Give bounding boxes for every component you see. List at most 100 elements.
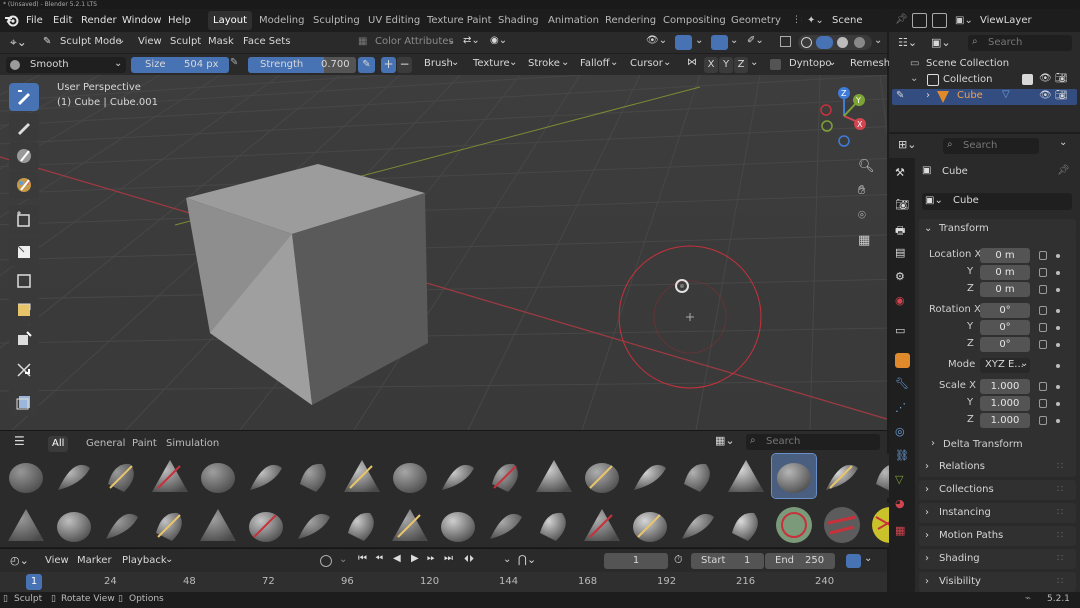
texture-tab-icon[interactable]: ▦ xyxy=(895,524,910,539)
brush-thumbnail[interactable] xyxy=(196,454,240,498)
drag-handle-icon[interactable]: ∷ xyxy=(1057,526,1063,546)
pin-icon[interactable]: 📌︎ xyxy=(1057,165,1070,176)
rotation-z-field[interactable]: 0° xyxy=(980,337,1030,352)
delta-transform-header[interactable]: Delta Transform xyxy=(943,439,1023,450)
brush-thumbnail[interactable] xyxy=(388,454,432,498)
viewport-3d[interactable]: User Perspective (1) Cube | Cube.001 Z X… xyxy=(0,75,887,430)
new-scene-icon[interactable] xyxy=(912,13,927,28)
properties-search-input[interactable]: ⌕ Search xyxy=(943,138,1039,154)
tab-layout[interactable]: Layout xyxy=(208,11,252,30)
brush-thumbnail[interactable] xyxy=(244,454,288,498)
outliner-row-scene-collection[interactable]: ▭ Scene Collection xyxy=(889,56,1080,73)
brush-thumbnail[interactable] xyxy=(724,503,768,547)
particles-tab-icon[interactable]: ⋰ xyxy=(895,401,910,416)
snap-icon[interactable]: ◉⌄ xyxy=(490,35,507,46)
pressure-icon[interactable]: ✎ xyxy=(230,57,238,68)
tool-tab-icon[interactable]: ⚒ xyxy=(895,166,910,181)
brush-thumbnail[interactable] xyxy=(196,503,240,547)
scale-z-field[interactable]: 1.000 xyxy=(980,413,1030,428)
location-y-field[interactable]: 0 m xyxy=(980,265,1030,280)
brush-thumbnail[interactable] xyxy=(244,503,288,547)
strength-pressure-icon[interactable]: ✎ xyxy=(358,57,375,73)
symmetry-z-button[interactable]: Z xyxy=(734,57,748,73)
brush-thumbnail[interactable] xyxy=(676,503,720,547)
brush-thumbnail[interactable] xyxy=(148,454,192,498)
brush-thumbnail[interactable] xyxy=(340,454,384,498)
end-frame-field[interactable]: End 250 xyxy=(765,553,835,569)
mesh-filter-tool-icon[interactable] xyxy=(9,356,39,384)
lock-icon[interactable] xyxy=(1039,268,1047,277)
constraints-tab-icon[interactable]: ⛓︎ xyxy=(895,449,910,464)
panel-header[interactable]: › Relations ∷ xyxy=(919,457,1076,477)
add-mode-icon[interactable]: + xyxy=(381,57,396,73)
brush-thumbnail[interactable] xyxy=(292,454,336,498)
strength-slider[interactable]: Strength 0.700 xyxy=(248,57,356,73)
rotation-y-field[interactable]: 0° xyxy=(980,320,1030,335)
lock-icon[interactable] xyxy=(1039,399,1047,408)
clock-icon[interactable]: ◴⌄ xyxy=(10,554,29,567)
brush-thumbnail[interactable] xyxy=(148,503,192,547)
physics-tab-icon[interactable]: ◎ xyxy=(895,425,910,440)
brush-thumbnail[interactable] xyxy=(4,503,48,547)
scale-y-field[interactable]: 1.000 xyxy=(980,396,1030,411)
menu-window[interactable]: Window xyxy=(122,9,161,32)
solid-shading-icon[interactable] xyxy=(816,36,833,49)
frame-ruler[interactable]: 1 24 48 72 96 120 144 168 192 216 240 xyxy=(0,572,887,593)
brush-thumbnail[interactable] xyxy=(52,503,96,547)
shelf-tab-general[interactable]: General xyxy=(82,436,129,452)
wireframe-shading-icon[interactable] xyxy=(801,37,812,48)
brush-thumbnail[interactable] xyxy=(52,454,96,498)
brush-selector[interactable]: Smooth ⌄ xyxy=(6,57,126,73)
subtract-mode-icon[interactable]: − xyxy=(397,57,412,73)
remesh-label[interactable]: Remesh xyxy=(850,58,890,69)
panel-header[interactable]: › Instancing ∷ xyxy=(919,503,1076,523)
menu-mask[interactable]: Mask xyxy=(208,36,234,47)
draw-brush-tool-icon[interactable] xyxy=(9,83,39,111)
jump-start-icon[interactable]: ⏮︎ xyxy=(358,553,367,564)
current-frame-field[interactable]: 1 xyxy=(604,553,668,569)
brush-thumbnail[interactable] xyxy=(724,454,768,498)
panel-header[interactable]: › Motion Paths ∷ xyxy=(919,526,1076,546)
dyntopo-checkbox[interactable] xyxy=(770,59,781,70)
brush-thumbnail[interactable] xyxy=(628,454,672,498)
brush-thumbnail[interactable] xyxy=(388,503,432,547)
brush-thumbnail[interactable] xyxy=(100,503,144,547)
scale-x-field[interactable]: 1.000 xyxy=(980,379,1030,394)
exclude-checkbox[interactable] xyxy=(1022,74,1033,85)
chevron-right-icon[interactable]: › xyxy=(926,90,930,101)
delete-scene-icon[interactable] xyxy=(932,13,947,28)
drag-handle-icon[interactable]: ∷ xyxy=(1057,572,1063,592)
play-icon[interactable]: ▶ xyxy=(411,553,419,564)
drag-handle-icon[interactable]: ∷ xyxy=(1057,549,1063,569)
brush-thumbnail[interactable] xyxy=(628,503,672,547)
outliner-editor-icon[interactable]: ☷⌄ xyxy=(898,36,917,49)
rendered-shading-icon[interactable] xyxy=(854,37,865,48)
scene-tab-icon[interactable]: ⚙ xyxy=(895,270,910,285)
keyframe-dot-icon[interactable] xyxy=(1056,309,1060,313)
color-filter-tool-icon[interactable] xyxy=(9,171,39,199)
brush-thumbnail[interactable] xyxy=(100,454,144,498)
xray-icon[interactable]: ✐⌄ xyxy=(747,35,764,46)
brush-thumbnail[interactable] xyxy=(772,503,816,547)
keyframe-dot-icon[interactable] xyxy=(1056,343,1060,347)
keyframe-dot-icon[interactable] xyxy=(1056,385,1060,389)
brush-thumbnail[interactable] xyxy=(820,503,864,547)
chevron-down-icon[interactable]: ⌄ xyxy=(874,35,882,46)
prev-marker-icon[interactable]: ⏴⏵ xyxy=(464,554,474,565)
brush-thumbnail[interactable] xyxy=(484,454,528,498)
location-x-field[interactable]: 0 m xyxy=(980,248,1030,263)
lock-icon[interactable] xyxy=(1039,382,1047,391)
stopwatch-icon[interactable]: ⏱︎ xyxy=(674,553,683,567)
eye-icon[interactable]: 👁︎ xyxy=(1039,90,1052,101)
output-tab-icon[interactable]: 🖶︎ xyxy=(895,222,910,237)
chevron-right-icon[interactable]: › xyxy=(931,438,935,449)
box-face-set-tool-icon[interactable] xyxy=(9,267,39,295)
brush-dropdown[interactable]: Brush xyxy=(424,58,453,69)
mode-selector[interactable]: ✎ Sculpt Mode ⌄ xyxy=(40,34,128,51)
outliner-row-cube[interactable]: ✎ › Cube ▽ 👁︎ 📷︎ xyxy=(892,89,1077,105)
editor-type-icon[interactable]: ⌖⌄ xyxy=(10,35,27,50)
zoom-icon[interactable]: 🔍︎ xyxy=(858,159,875,174)
outliner-row-collection[interactable]: ⌄ Collection 👁︎ 📷︎ xyxy=(889,72,1080,89)
symmetry-x-button[interactable]: X xyxy=(704,57,718,73)
lock-icon[interactable] xyxy=(1039,251,1047,260)
